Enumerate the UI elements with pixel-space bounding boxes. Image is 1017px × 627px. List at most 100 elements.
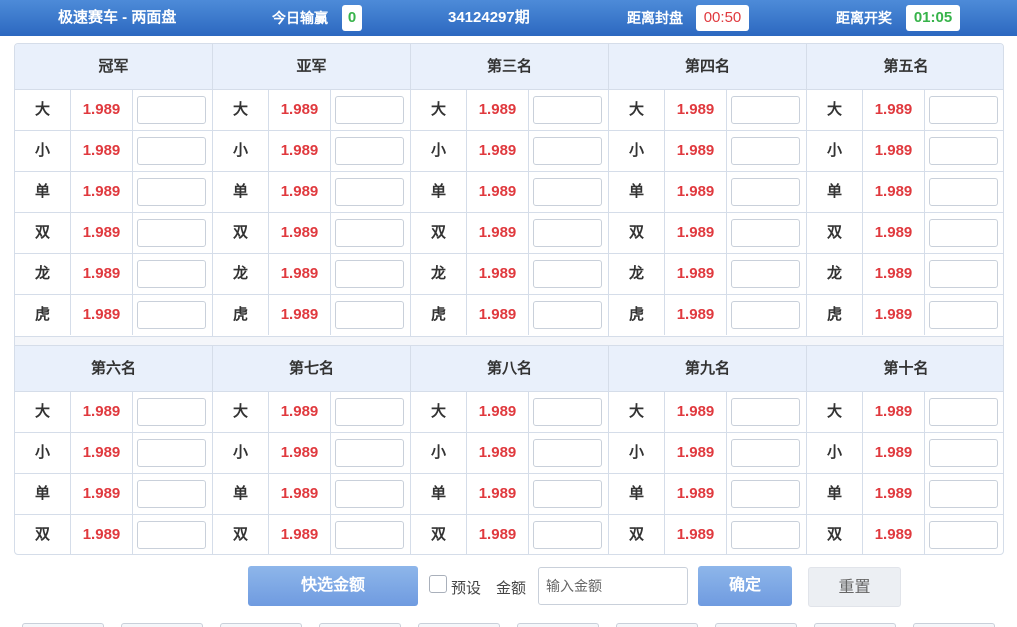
bet-odds[interactable]: 1.989 xyxy=(467,295,529,335)
bet-odds[interactable]: 1.989 xyxy=(467,433,529,473)
bet-option-label[interactable]: 小 xyxy=(15,131,71,171)
bet-amount-input[interactable] xyxy=(731,439,800,467)
bet-option-label[interactable]: 龙 xyxy=(213,254,269,294)
bet-option-label[interactable]: 小 xyxy=(609,433,665,473)
bet-amount-input[interactable] xyxy=(335,219,404,247)
bet-odds[interactable]: 1.989 xyxy=(863,172,925,212)
bet-odds[interactable]: 1.989 xyxy=(665,90,727,130)
bet-option-label[interactable]: 龙 xyxy=(609,254,665,294)
bet-option-label[interactable]: 双 xyxy=(807,213,863,253)
bet-option-label[interactable]: 单 xyxy=(213,474,269,514)
reset-button[interactable]: 重置 xyxy=(808,567,901,607)
quick-chip[interactable] xyxy=(319,623,401,627)
confirm-button[interactable]: 确定 xyxy=(698,566,792,606)
bet-option-label[interactable]: 大 xyxy=(15,90,71,130)
bet-odds[interactable]: 1.989 xyxy=(863,90,925,130)
bet-option-label[interactable]: 双 xyxy=(411,213,467,253)
bet-amount-input[interactable] xyxy=(137,301,206,329)
bet-amount-input[interactable] xyxy=(137,439,206,467)
bet-odds[interactable]: 1.989 xyxy=(863,474,925,514)
quick-chip[interactable] xyxy=(418,623,500,627)
bet-option-label[interactable]: 双 xyxy=(609,213,665,253)
bet-odds[interactable]: 1.989 xyxy=(269,90,331,130)
bet-odds[interactable]: 1.989 xyxy=(863,392,925,432)
bet-amount-input[interactable] xyxy=(731,398,800,426)
quick-chip[interactable] xyxy=(121,623,203,627)
bet-odds[interactable]: 1.989 xyxy=(665,474,727,514)
bet-option-label[interactable]: 双 xyxy=(15,213,71,253)
bet-odds[interactable]: 1.989 xyxy=(665,515,727,554)
bet-amount-input[interactable] xyxy=(137,96,206,124)
bet-option-label[interactable]: 大 xyxy=(213,90,269,130)
bet-option-label[interactable]: 虎 xyxy=(213,295,269,335)
bet-odds[interactable]: 1.989 xyxy=(467,515,529,554)
bet-option-label[interactable]: 大 xyxy=(15,392,71,432)
bet-odds[interactable]: 1.989 xyxy=(863,433,925,473)
bet-amount-input[interactable] xyxy=(929,439,998,467)
bet-amount-input[interactable] xyxy=(929,137,998,165)
bet-amount-input[interactable] xyxy=(731,96,800,124)
bet-amount-input[interactable] xyxy=(731,480,800,508)
bet-odds[interactable]: 1.989 xyxy=(71,131,133,171)
bet-option-label[interactable]: 双 xyxy=(213,213,269,253)
bet-odds[interactable]: 1.989 xyxy=(467,90,529,130)
bet-option-label[interactable]: 大 xyxy=(411,392,467,432)
bet-odds[interactable]: 1.989 xyxy=(467,213,529,253)
bet-odds[interactable]: 1.989 xyxy=(71,392,133,432)
quick-chip[interactable] xyxy=(22,623,104,627)
bet-option-label[interactable]: 小 xyxy=(213,131,269,171)
bet-odds[interactable]: 1.989 xyxy=(467,254,529,294)
bet-option-label[interactable]: 双 xyxy=(213,515,269,554)
bet-odds[interactable]: 1.989 xyxy=(863,131,925,171)
bet-option-label[interactable]: 大 xyxy=(807,392,863,432)
bet-amount-input[interactable] xyxy=(137,398,206,426)
bet-amount-input[interactable] xyxy=(533,219,602,247)
bet-option-label[interactable]: 单 xyxy=(609,474,665,514)
bet-option-label[interactable]: 大 xyxy=(609,392,665,432)
bet-odds[interactable]: 1.989 xyxy=(467,392,529,432)
bet-odds[interactable]: 1.989 xyxy=(269,172,331,212)
bet-amount-input[interactable] xyxy=(335,178,404,206)
bet-odds[interactable]: 1.989 xyxy=(269,433,331,473)
bet-amount-input[interactable] xyxy=(929,178,998,206)
bet-amount-input[interactable] xyxy=(929,260,998,288)
bet-option-label[interactable]: 小 xyxy=(411,131,467,171)
bet-odds[interactable]: 1.989 xyxy=(665,131,727,171)
bet-amount-input[interactable] xyxy=(335,301,404,329)
bet-option-label[interactable]: 小 xyxy=(807,433,863,473)
bet-option-label[interactable]: 单 xyxy=(15,474,71,514)
bet-option-label[interactable]: 小 xyxy=(213,433,269,473)
bet-amount-input[interactable] xyxy=(335,398,404,426)
bet-odds[interactable]: 1.989 xyxy=(665,172,727,212)
quick-chip[interactable] xyxy=(220,623,302,627)
bet-option-label[interactable]: 龙 xyxy=(411,254,467,294)
bet-option-label[interactable]: 单 xyxy=(213,172,269,212)
bet-odds[interactable]: 1.989 xyxy=(665,213,727,253)
bet-amount-input[interactable] xyxy=(929,480,998,508)
bet-amount-input[interactable] xyxy=(929,96,998,124)
quick-chip[interactable] xyxy=(715,623,797,627)
bet-odds[interactable]: 1.989 xyxy=(269,515,331,554)
bet-odds[interactable]: 1.989 xyxy=(665,392,727,432)
bet-option-label[interactable]: 单 xyxy=(15,172,71,212)
bet-odds[interactable]: 1.989 xyxy=(467,172,529,212)
bet-option-label[interactable]: 龙 xyxy=(807,254,863,294)
bet-odds[interactable]: 1.989 xyxy=(863,213,925,253)
bet-odds[interactable]: 1.989 xyxy=(71,213,133,253)
preset-checkbox[interactable] xyxy=(429,575,447,593)
bet-amount-input[interactable] xyxy=(137,219,206,247)
bet-amount-input[interactable] xyxy=(929,219,998,247)
bet-amount-input[interactable] xyxy=(731,521,800,549)
quick-chip[interactable] xyxy=(814,623,896,627)
bet-option-label[interactable]: 小 xyxy=(15,433,71,473)
bet-amount-input[interactable] xyxy=(137,137,206,165)
bet-odds[interactable]: 1.989 xyxy=(269,295,331,335)
bet-option-label[interactable]: 双 xyxy=(411,515,467,554)
bet-odds[interactable]: 1.989 xyxy=(71,254,133,294)
bet-amount-input[interactable] xyxy=(137,480,206,508)
bet-odds[interactable]: 1.989 xyxy=(71,90,133,130)
bet-odds[interactable]: 1.989 xyxy=(71,515,133,554)
bet-option-label[interactable]: 虎 xyxy=(609,295,665,335)
bet-odds[interactable]: 1.989 xyxy=(665,295,727,335)
amount-input[interactable] xyxy=(538,567,688,605)
